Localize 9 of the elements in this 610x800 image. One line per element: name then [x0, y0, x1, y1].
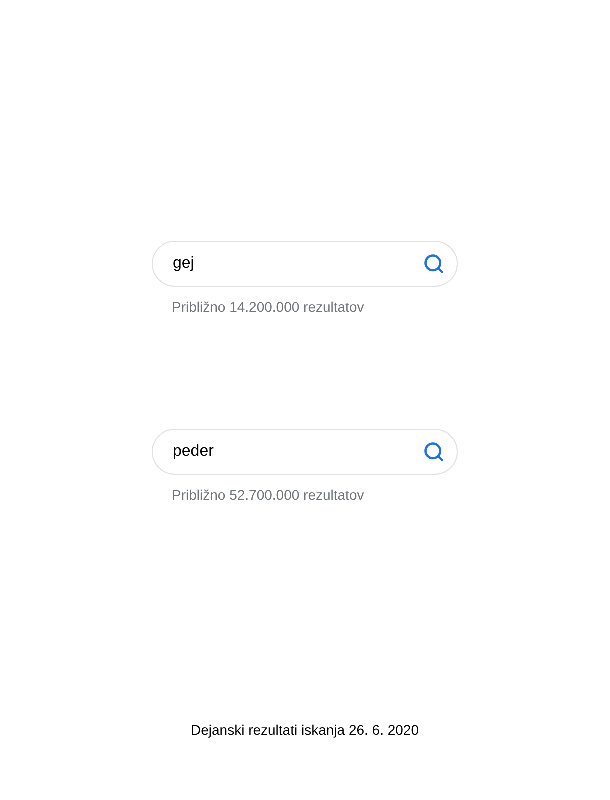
results-count: Približno 14.200.000 rezultatov [172, 298, 366, 317]
search-query: gej [173, 254, 196, 274]
caption: Dejanski rezultati iskanja 26. 6. 2020 [190, 721, 420, 740]
search-field[interactable]: peder [152, 429, 458, 475]
search-icon[interactable] [423, 441, 445, 463]
search-icon[interactable] [423, 253, 445, 275]
results-count: Približno 52.700.000 rezultatov [172, 486, 366, 505]
search-field[interactable]: gej [152, 241, 458, 287]
search-query: peder [173, 442, 215, 462]
